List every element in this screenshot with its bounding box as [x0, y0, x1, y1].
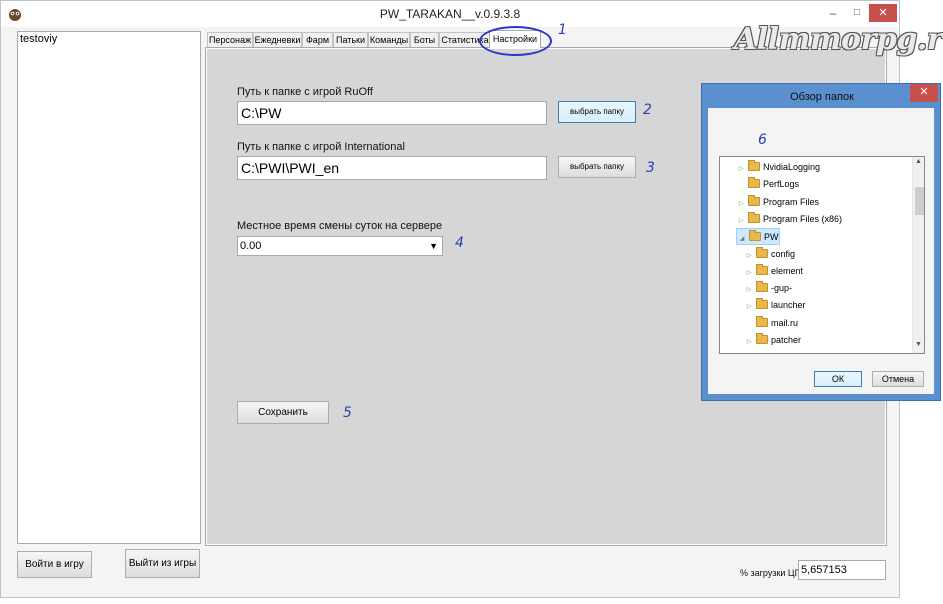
folder-browse-dialog: Обзор папок ✕ 6 ▷ NvidiaLogging PerfLogs ▷ P… [701, 83, 941, 401]
tree-row-label: NvidiaLogging [763, 162, 821, 172]
folder-icon [748, 177, 760, 189]
folder-icon [748, 160, 760, 171]
folder-icon [756, 333, 768, 344]
minimize-button[interactable]: – [823, 4, 843, 22]
tree-row[interactable]: ▷ Program Files [736, 194, 819, 211]
tab-parties[interactable]: Патьки [333, 32, 368, 47]
annotation-2: 2 [643, 102, 652, 118]
intl-path-input[interactable]: C:\PWI\PWI_en [237, 156, 547, 180]
tree-row[interactable]: ▷ launcher [744, 297, 806, 314]
tree-row-label: Program Files [763, 196, 820, 207]
scroll-down-icon[interactable]: ▼ [915, 341, 922, 348]
cpu-load-label: % загрузки ЦП [740, 568, 802, 578]
tab-farm[interactable]: Фарм [302, 32, 333, 47]
folder-icon [749, 230, 761, 242]
tab-dailies[interactable]: Ежедневки [253, 32, 302, 47]
intl-browse-button[interactable]: выбрать папку [558, 156, 636, 178]
cancel-button[interactable]: Отмена [872, 371, 924, 387]
folder-icon [756, 263, 768, 275]
ok-button[interactable]: ОК [814, 371, 862, 387]
watermark-logo: Allmmorpg.ru [734, 22, 943, 57]
folder-icon [748, 194, 760, 206]
tree-row-label: PW [764, 232, 779, 243]
tree-row-label: element [771, 265, 804, 276]
tree-row[interactable]: ▷ config [744, 246, 795, 263]
folder-tree[interactable]: ▷ NvidiaLogging PerfLogs ▷ Program Files ▷ Pro… [719, 156, 925, 354]
account-item[interactable]: testoviy [20, 33, 57, 45]
save-button[interactable]: Сохранить [237, 401, 329, 424]
tree-row[interactable]: ▷ NvidiaLogging [736, 159, 820, 176]
folder-icon [748, 211, 760, 223]
dialog-body: 6 ▷ NvidiaLogging PerfLogs ▷ Program Files ▷ P… [708, 108, 934, 394]
tab-bots[interactable]: Боты [410, 32, 439, 47]
ruoff-browse-button[interactable]: выбрать папку [558, 101, 636, 123]
tree-row[interactable]: ▷ -gup- [744, 280, 792, 297]
annotation-ellipse [479, 26, 552, 56]
tree-row-label: PerfLogs [763, 179, 800, 190]
account-list[interactable]: testoviy [17, 31, 201, 544]
tree-row-label: -gup- [771, 283, 793, 294]
chevron-down-icon: ▼ [429, 241, 438, 251]
login-button[interactable]: Войти в игру [17, 551, 92, 578]
folder-icon [756, 298, 768, 310]
tree-row-label: launcher [771, 300, 806, 311]
tab-commands[interactable]: Команды [368, 32, 410, 47]
tree-row[interactable]: ▷ patcher [744, 332, 801, 349]
window-title: PW_TARAKAN__v.0.9.3.8 [379, 7, 521, 21]
ruoff-path-input[interactable]: C:\PW [237, 101, 547, 125]
tree-row-label: config [771, 248, 796, 259]
tree-row[interactable]: ▷ element [744, 263, 803, 280]
scroll-thumb[interactable] [915, 187, 924, 215]
annotation-5: 5 [343, 405, 352, 421]
annotation-6: 6 [758, 132, 767, 148]
folder-icon [756, 246, 768, 258]
maximize-button[interactable]: □ [847, 4, 867, 22]
tree-row[interactable]: mail.ru [744, 315, 798, 332]
tree-row[interactable]: ◢ PW [736, 228, 780, 246]
tree-row-label: Program Files (x86) [763, 213, 843, 224]
tree-row-label: patcher [771, 335, 802, 345]
time-select-value: 0.00 [240, 240, 262, 252]
close-button[interactable]: ✕ [869, 4, 897, 22]
dialog-close-button[interactable]: ✕ [910, 84, 938, 102]
intl-path-label: Путь к папке с игрой International [237, 141, 405, 153]
time-label: Местное время смены суток на сервере [237, 220, 443, 232]
ruoff-path-label: Путь к папке с игрой RuOff [237, 86, 373, 98]
tab-character[interactable]: Персонаж [207, 32, 253, 47]
annotation-1: 1 [558, 22, 567, 38]
cpu-load-value: 5,657153 [798, 560, 886, 580]
logout-button[interactable]: Выйти из игры [125, 549, 200, 578]
folder-icon [756, 315, 768, 327]
dialog-title: Обзор папок [790, 91, 854, 103]
tree-row[interactable]: ▷ Program Files (x86) [736, 211, 842, 228]
tree-row-label: mail.ru [771, 317, 799, 328]
time-select[interactable]: 0.00 ▼ [237, 236, 443, 256]
annotation-4: 4 [455, 235, 464, 251]
folder-icon [756, 281, 768, 293]
annotation-3: 3 [646, 160, 655, 176]
tree-row[interactable]: PerfLogs [736, 176, 799, 193]
tree-scrollbar[interactable]: ▲ ▼ [912, 157, 924, 353]
collapsed-arrow-icon[interactable]: ▷ [744, 334, 754, 351]
scroll-up-icon[interactable]: ▲ [915, 158, 922, 165]
